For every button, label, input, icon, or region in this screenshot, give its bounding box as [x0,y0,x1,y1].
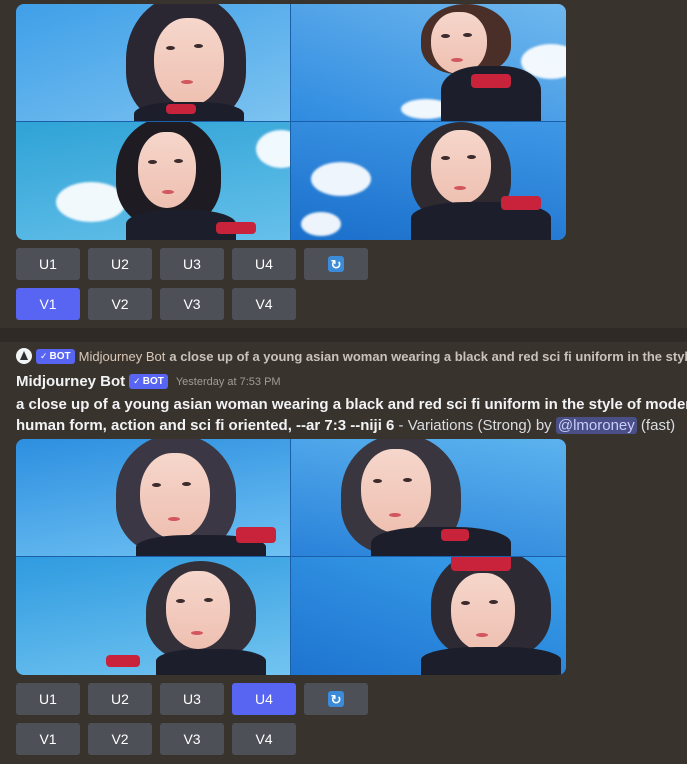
prompt-line-2: human form, action and sci fi oriented, … [16,417,395,434]
bot-badge: ✓ BOT [36,348,75,364]
refresh-icon: ↻ [328,691,344,707]
upscale-button-2[interactable]: U2 [88,248,152,280]
reroll-button[interactable]: ↻ [304,248,368,280]
image-grid-bottom[interactable] [16,439,566,675]
upscale-button-4[interactable]: U4 [232,683,296,715]
image-tile-4[interactable] [291,557,566,675]
image-tile-1[interactable] [16,4,290,121]
message-timestamp: Yesterday at 7:53 PM [175,375,281,388]
upscale-button-2[interactable]: U2 [88,683,152,715]
check-icon: ✓ [133,376,141,386]
variation-button-2[interactable]: V2 [88,288,152,320]
author-name[interactable]: Midjourney Bot [16,373,125,390]
variation-button-2[interactable]: V2 [88,723,152,755]
variation-button-1[interactable]: V1 [16,288,80,320]
bot-badge-label: BOT [142,376,164,387]
upscale-button-3[interactable]: U3 [160,683,224,715]
upscale-button-3[interactable]: U3 [160,248,224,280]
variation-label: - Variations (Strong) by [394,417,556,434]
message-divider [0,328,687,342]
prompt-line-1: a close up of a young asian woman wearin… [16,396,687,413]
image-tile-1[interactable] [16,439,290,556]
image-grid-top[interactable] [16,4,566,240]
refresh-icon: ↻ [328,256,344,272]
bot-badge-label: BOT [49,350,71,362]
image-tile-3[interactable] [16,557,290,675]
variation-button-3[interactable]: V3 [160,288,224,320]
image-tile-4[interactable] [291,122,566,240]
bot-avatar-small [16,348,32,364]
check-icon: ✓ [40,350,48,361]
upscale-button-1[interactable]: U1 [16,248,80,280]
user-mention[interactable]: @lmoroney [555,417,637,434]
bot-badge: ✓ BOT [129,374,168,389]
speed-label: (fast) [636,417,676,434]
reroll-button[interactable]: ↻ [304,683,368,715]
reply-author[interactable]: Midjourney Bot [79,349,166,364]
variation-button-3[interactable]: V3 [160,723,224,755]
variation-button-4[interactable]: V4 [232,288,296,320]
message-content: a close up of a young asian woman wearin… [16,394,687,436]
image-tile-2[interactable] [291,4,566,121]
reply-prompt-preview[interactable]: a close up of a young asian woman wearin… [169,349,687,364]
upscale-button-1[interactable]: U1 [16,683,80,715]
image-tile-3[interactable] [16,122,290,240]
reply-reference[interactable]: ✓ BOT Midjourney Bot a close up of a you… [16,348,687,364]
image-tile-2[interactable] [291,439,566,556]
upscale-button-4[interactable]: U4 [232,248,296,280]
variation-button-1[interactable]: V1 [16,723,80,755]
variation-button-4[interactable]: V4 [232,723,296,755]
message-header: Midjourney Bot ✓ BOT Yesterday at 7:53 P… [16,373,281,390]
